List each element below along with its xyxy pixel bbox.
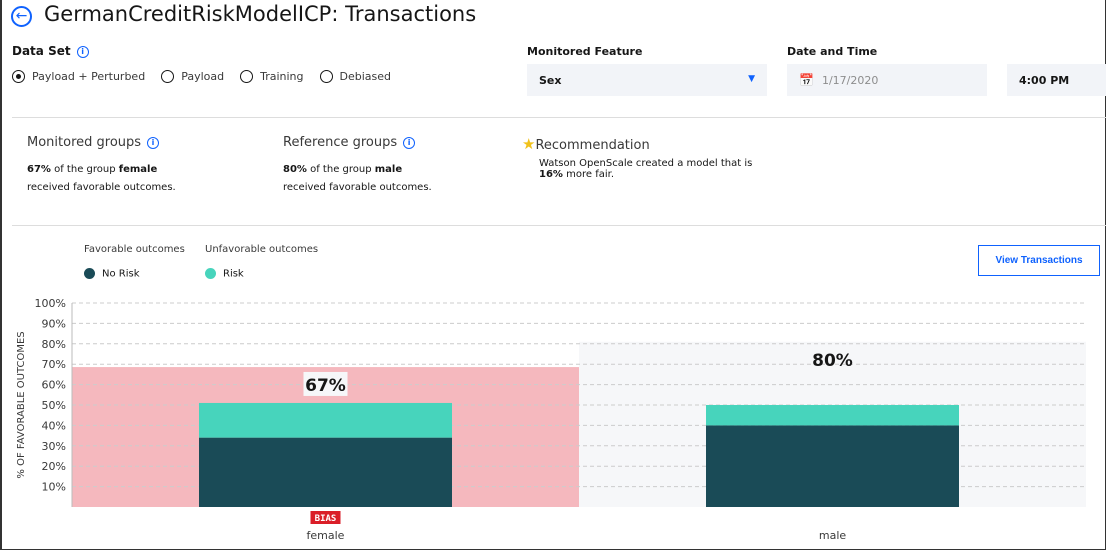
text: Watson OpenScale created a model that is (539, 158, 753, 169)
legend-no-risk: No Risk (84, 268, 140, 280)
info-icon[interactable]: i (147, 136, 160, 149)
text: received favorable outcomes. (27, 182, 176, 193)
legend-risk: Risk (205, 268, 244, 280)
calendar-icon: 📅 (799, 73, 814, 87)
star-icon: ★ (522, 135, 536, 153)
text: received favorable outcomes. (283, 182, 432, 193)
monitored-group-name: female (118, 164, 158, 175)
radio-checked-icon (12, 70, 25, 83)
radio-unchecked-icon (161, 70, 175, 83)
legend-favorable-label: Favorable outcomes (84, 244, 185, 255)
divider (12, 117, 1106, 118)
dataset-label-text: Data Set (12, 44, 71, 58)
bias-chart: 10% 20% 30% 40% 50% 60% 70% 80% 90% 100% % OF FAVO… (16, 297, 1086, 542)
card-title: Reference groups (283, 135, 398, 150)
legend-dot-icon (205, 268, 216, 279)
radio-unchecked-icon (319, 70, 333, 83)
page-title: GermanCreditRiskModelICP: Transactions (44, 2, 477, 26)
y-tick-label: 40% (42, 419, 66, 432)
view-transactions-button[interactable]: View Transactions (978, 245, 1100, 276)
y-tick-label: 30% (42, 440, 66, 453)
radio-payload-perturbed[interactable]: Payload + Perturbed (12, 70, 145, 83)
y-tick-label: 60% (42, 379, 66, 392)
info-icon[interactable]: i (403, 136, 416, 149)
x-tick-label: male (819, 529, 847, 542)
y-tick-label: 100% (35, 297, 66, 310)
radio-debiased[interactable]: Debiased (319, 70, 392, 83)
dataset-label: Data Set i (12, 44, 89, 58)
legend-unfavorable-label: Unfavorable outcomes (205, 244, 319, 255)
card-title: Monitored groups (27, 135, 142, 150)
reference-pct: 80% (283, 164, 307, 175)
back-arrow-icon[interactable]: ← (11, 6, 32, 27)
monitored-pct: 67% (27, 164, 51, 175)
y-tick-label: 80% (42, 338, 66, 351)
x-tick-label: female (307, 529, 345, 542)
bar-risk (706, 405, 959, 426)
time-value: 4:00 PM (1019, 73, 1070, 87)
dataset-radio-group: Payload + Perturbed Payload Training Deb… (12, 70, 407, 83)
monitored-feature-select[interactable]: Sex ▼ (527, 64, 767, 96)
legend-text: Risk (223, 268, 244, 280)
bias-badge-text: BIAS (315, 514, 337, 524)
group-rate-label: 67% (305, 376, 346, 396)
radio-label: Debiased (339, 70, 392, 83)
text: of the group (50, 164, 119, 175)
monitored-groups-card: Monitored groups i 67% of the group femal… (27, 135, 176, 193)
y-axis-label: % OF FAVORABLE OUTCOMES (16, 331, 27, 478)
info-icon[interactable]: i (76, 45, 89, 58)
chevron-down-icon: ▼ (748, 74, 755, 84)
y-tick-label: 70% (42, 358, 66, 371)
legend-dot-icon (84, 268, 95, 279)
text: more fair. (562, 169, 614, 180)
y-tick-label: 20% (42, 460, 66, 473)
y-tick-label: 50% (42, 399, 66, 412)
radio-unchecked-icon (240, 70, 254, 83)
radio-label: Payload + Perturbed (32, 70, 146, 83)
recommendation-card: ★Recommendation Watson OpenScale created… (522, 135, 752, 180)
group-rate-label: 80% (812, 351, 853, 371)
select-value: Sex (539, 73, 562, 87)
y-tick-label: 10% (42, 481, 66, 494)
bar-no-risk (706, 425, 959, 507)
card-title: Recommendation (535, 138, 650, 153)
reference-group-name: male (374, 164, 403, 175)
radio-label: Training (260, 70, 304, 83)
bar-no-risk (199, 437, 452, 507)
time-input[interactable]: 4:00 PM (1007, 64, 1106, 96)
text: of the group (306, 164, 375, 175)
fairness-pct: 16% (539, 169, 563, 180)
radio-payload[interactable]: Payload (161, 70, 224, 83)
monitored-feature-label: Monitored Feature (527, 45, 643, 58)
date-input[interactable]: 📅 1/17/2020 (787, 64, 987, 96)
bar-risk (199, 402, 452, 438)
date-value: 1/17/2020 (821, 73, 879, 87)
radio-label: Payload (181, 70, 225, 83)
reference-groups-card: Reference groups i 80% of the group male … (283, 135, 432, 193)
radio-training[interactable]: Training (240, 70, 304, 83)
date-time-label: Date and Time (787, 45, 878, 58)
y-tick-label: 90% (42, 317, 66, 330)
legend-text: No Risk (102, 268, 140, 280)
divider (12, 225, 1106, 226)
